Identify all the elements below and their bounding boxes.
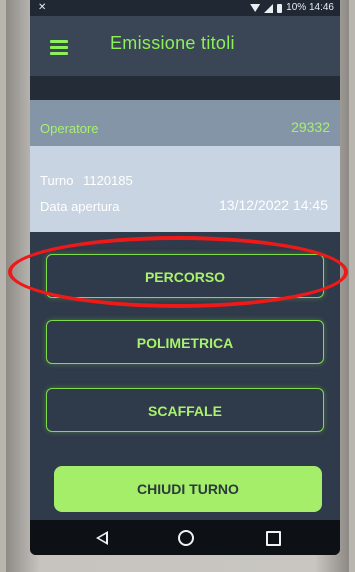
operator-label: Operatore (40, 121, 99, 136)
app-bar: Emissione titoli (30, 16, 340, 76)
operator-value: 29332 (291, 119, 330, 135)
red-highlight-ellipse (8, 236, 348, 308)
battery-icon (277, 3, 283, 13)
back-triangle-icon[interactable] (96, 531, 108, 545)
chiudi-turno-button[interactable]: CHIUDI TURNO (54, 466, 322, 512)
status-bar: ✕ 10% 14:46 (30, 0, 340, 16)
turno-line: Turno 1120185 (40, 173, 133, 188)
hamburger-menu-icon[interactable] (50, 40, 68, 55)
android-nav-bar (30, 520, 340, 555)
page-title: Emissione titoli (110, 33, 235, 53)
separator-band (30, 76, 340, 100)
scaffale-button[interactable]: SCAFFALE (46, 388, 324, 432)
shift-info: Turno 1120185 Data apertura 13/12/2022 1… (30, 146, 340, 232)
home-circle-icon[interactable] (178, 530, 194, 546)
operator-row: Operatore 29332 (30, 100, 340, 146)
recent-apps-square-icon[interactable] (266, 531, 281, 546)
status-text: 10% 14:46 (286, 2, 334, 13)
wifi-icon (250, 4, 261, 12)
status-left-icon: ✕ (38, 2, 47, 13)
turno-value: 1120185 (83, 173, 133, 188)
data-apertura-value: 13/12/2022 14:45 (219, 197, 328, 213)
signal-icon (264, 3, 274, 13)
turno-label: Turno (40, 173, 74, 188)
polimetrica-button[interactable]: POLIMETRICA (46, 320, 324, 364)
data-apertura-label: Data apertura (40, 199, 120, 214)
status-right-group: 10% 14:46 (250, 0, 334, 16)
